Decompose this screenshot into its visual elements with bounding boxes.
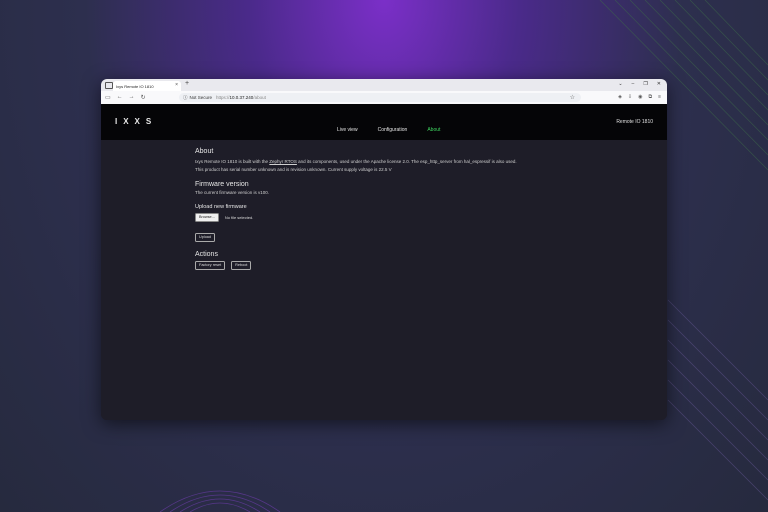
about-text-2: and its components, used under the Apach… [296,159,517,164]
firmware-heading: Firmware version [195,181,249,188]
file-picker: Browse... No file selected. [195,213,517,222]
serial-info: This product has serial number unknown a… [195,167,392,172]
close-tab-icon[interactable]: × [175,82,178,88]
download-icon[interactable]: ⇩ [628,94,632,100]
new-tab-button[interactable]: + [185,80,189,87]
browser-toolbar: ▭ ← → ↻ ⓘ Not Secure https:// 10.0.37.24… [101,91,667,105]
site-header: IXXS Live view Configuration About Remot… [101,104,667,140]
shield-icon[interactable]: ◈ [618,94,622,100]
upload-heading: Upload new firmware [195,204,247,210]
main-nav: Live view Configuration About [337,127,440,133]
close-window-icon[interactable]: ✕ [657,81,661,87]
url-protocol: https:// [216,95,230,100]
actions-heading: Actions [195,251,218,258]
zephyr-link[interactable]: Zephyr RTOS [269,159,297,164]
firmware-version-text: The current firmware version is v100. [195,190,270,195]
url-path: /about [253,95,266,100]
back-icon[interactable]: ← [117,94,123,101]
nav-configuration[interactable]: Configuration [378,127,408,133]
address-bar[interactable]: ⓘ Not Secure https:// 10.0.37.240 /about… [179,93,581,102]
factory-reset-button[interactable]: Factory reset [195,261,226,270]
tab-actions-icon[interactable] [105,81,113,89]
minimize-icon[interactable]: – [632,81,635,87]
not-secure-label[interactable]: Not Secure [190,95,213,100]
info-icon[interactable]: ⓘ [183,95,188,101]
account-icon[interactable]: ◉ [638,94,642,100]
device-name: Remote IO 1810 [616,119,653,125]
about-description: Ixys Remote IO 1810 is built with the Ze… [195,158,517,166]
extensions-icon[interactable]: ⧉ [649,94,653,100]
menu-icon[interactable]: ≡ [658,94,661,100]
window-controls: ⌄ – ❐ ✕ [618,81,661,87]
reload-icon[interactable]: ↻ [141,94,146,101]
ixxs-logo[interactable]: IXXS [115,117,157,126]
upload-row: Upload [195,225,517,243]
about-text-1: Ixys Remote IO 1810 is built with the [195,159,270,164]
tab-title: Ixys Remote IO 1810 [116,83,154,89]
about-content: About Ixys Remote IO 1810 is built with … [195,148,517,270]
nav-live-view[interactable]: Live view [337,127,358,133]
browse-button[interactable]: Browse... [195,213,219,222]
nav-about[interactable]: About [427,127,440,133]
toolbar-right: ◈ ⇩ ◉ ⧉ ≡ [618,94,661,100]
tab-list-icon[interactable]: ⌄ [618,81,622,87]
bookmark-star-icon[interactable]: ☆ [570,94,575,101]
browser-window: Ixys Remote IO 1810 × + ⌄ – ❐ ✕ ▭ ← → ↻ … [101,79,667,420]
sidebar-icon[interactable]: ▭ [105,94,111,101]
no-file-label: No file selected. [224,215,254,220]
url-host: 10.0.37.240 [229,95,254,100]
tab-bar: Ixys Remote IO 1810 × + ⌄ – ❐ ✕ [101,79,667,91]
about-heading: About [195,148,214,155]
maximize-icon[interactable]: ❐ [643,81,647,87]
page-content: IXXS Live view Configuration About Remot… [101,104,667,420]
reboot-button[interactable]: Reboot [231,261,252,270]
actions-row: Factory reset Reboot [195,261,517,270]
upload-button[interactable]: Upload [195,233,216,242]
forward-icon[interactable]: → [129,94,135,101]
nav-buttons: ▭ ← → ↻ [105,94,146,101]
browser-tab[interactable]: Ixys Remote IO 1810 × [113,81,181,91]
